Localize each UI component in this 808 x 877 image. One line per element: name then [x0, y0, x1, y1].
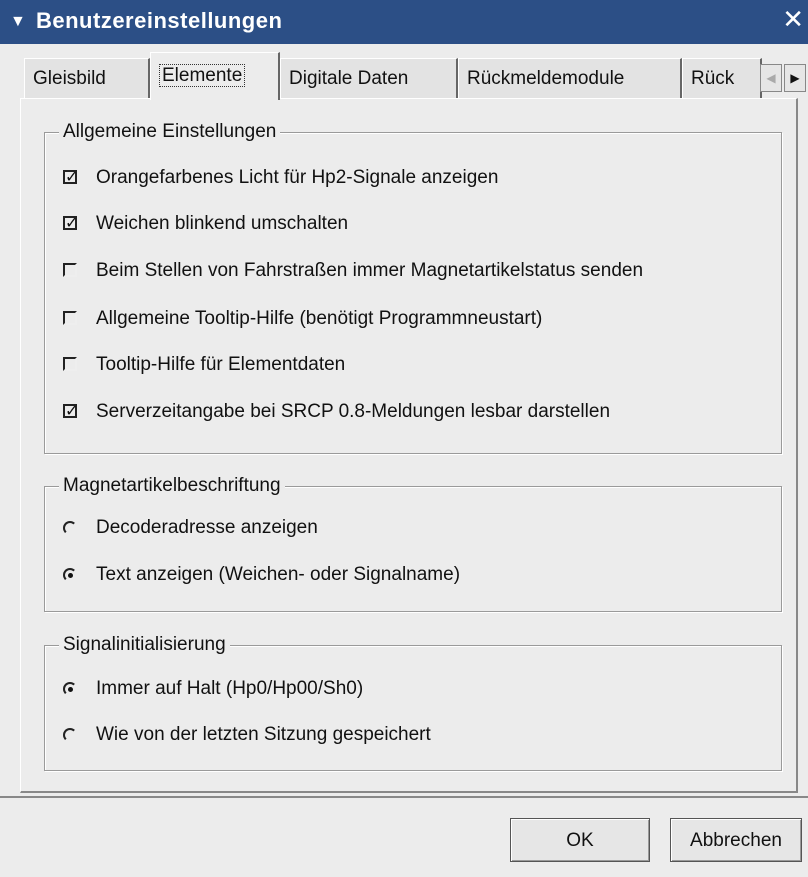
- option-label: Tooltip-Hilfe für Elementdaten: [96, 354, 346, 375]
- checkbox-checked[interactable]: ✓: [63, 169, 79, 186]
- radio-button-unselected[interactable]: [63, 521, 77, 535]
- group-title: Signalinitialisierung: [59, 633, 230, 657]
- check-icon: ✓: [65, 215, 79, 232]
- tab-elemente[interactable]: Elemente: [150, 52, 280, 100]
- option-label: Decoderadresse anzeigen: [96, 517, 318, 538]
- checkbox-checked[interactable]: ✓: [63, 403, 79, 420]
- radio-button-selected[interactable]: [63, 682, 77, 696]
- tab-label: Digitale Daten: [289, 68, 409, 89]
- option-label: Weichen blinkend umschalten: [96, 213, 349, 234]
- option-label: Immer auf Halt (Hp0/Hp00/Sh0): [96, 678, 364, 699]
- window-menu-arrow-icon[interactable]: ▼: [10, 14, 26, 30]
- tab-label: Gleisbild: [33, 68, 106, 89]
- title-bar[interactable]: ▼ Benutzereinstellungen ✕: [0, 0, 808, 44]
- dialog-separator: [0, 796, 808, 798]
- tab-rueckmeldemodule[interactable]: Rückmeldemodule: [458, 58, 682, 98]
- checkbox-unchecked[interactable]: [63, 263, 77, 277]
- tab-gleisbild[interactable]: Gleisbild: [24, 58, 150, 98]
- option-label: Allgemeine Tooltip-Hilfe (benötigt Progr…: [96, 308, 543, 329]
- radio-dot-icon: [68, 687, 73, 692]
- tab-rueck-truncated[interactable]: Rück: [682, 58, 762, 98]
- group-signal-initialization: Signalinitialisierung: [44, 633, 782, 771]
- checkbox-unchecked[interactable]: [63, 311, 77, 325]
- checkbox-checked[interactable]: ✓: [63, 215, 79, 232]
- radio-button-selected[interactable]: [63, 568, 77, 582]
- window-title: Benutzereinstellungen: [36, 8, 283, 33]
- check-icon: ✓: [65, 403, 79, 420]
- option-label: Beim Stellen von Fahrstraßen immer Magne…: [96, 260, 644, 281]
- option-label: Orangefarbenes Licht für Hp2-Signale anz…: [96, 167, 499, 188]
- ok-button[interactable]: OK: [510, 818, 650, 862]
- chevron-left-icon: ◀: [766, 71, 776, 85]
- tab-label: Rückmeldemodule: [467, 68, 625, 89]
- tab-label: Rück: [691, 68, 735, 89]
- option-label: Wie von der letzten Sitzung gespeichert: [96, 724, 431, 745]
- tab-scroll-left-button[interactable]: ◀: [760, 64, 782, 92]
- tab-label: Elemente: [159, 64, 246, 87]
- tab-digitale-daten[interactable]: Digitale Daten: [280, 58, 458, 98]
- tab-scroll-right-button[interactable]: ▶: [784, 64, 806, 92]
- checkbox-unchecked[interactable]: [63, 357, 77, 371]
- radio-button-unselected[interactable]: [63, 728, 77, 742]
- option-label: Serverzeitangabe bei SRCP 0.8-Meldungen …: [96, 401, 611, 422]
- option-label: Text anzeigen (Weichen- oder Signalname): [96, 564, 461, 585]
- chevron-right-icon: ▶: [790, 71, 800, 85]
- radio-dot-icon: [68, 573, 73, 578]
- close-icon[interactable]: ✕: [782, 6, 804, 32]
- group-title: Magnetartikelbeschriftung: [59, 474, 285, 498]
- cancel-button[interactable]: Abbrechen: [670, 818, 802, 862]
- check-icon: ✓: [65, 169, 79, 186]
- group-magnetartikel-labeling: Magnetartikelbeschriftung: [44, 474, 782, 612]
- group-title: Allgemeine Einstellungen: [59, 120, 281, 144]
